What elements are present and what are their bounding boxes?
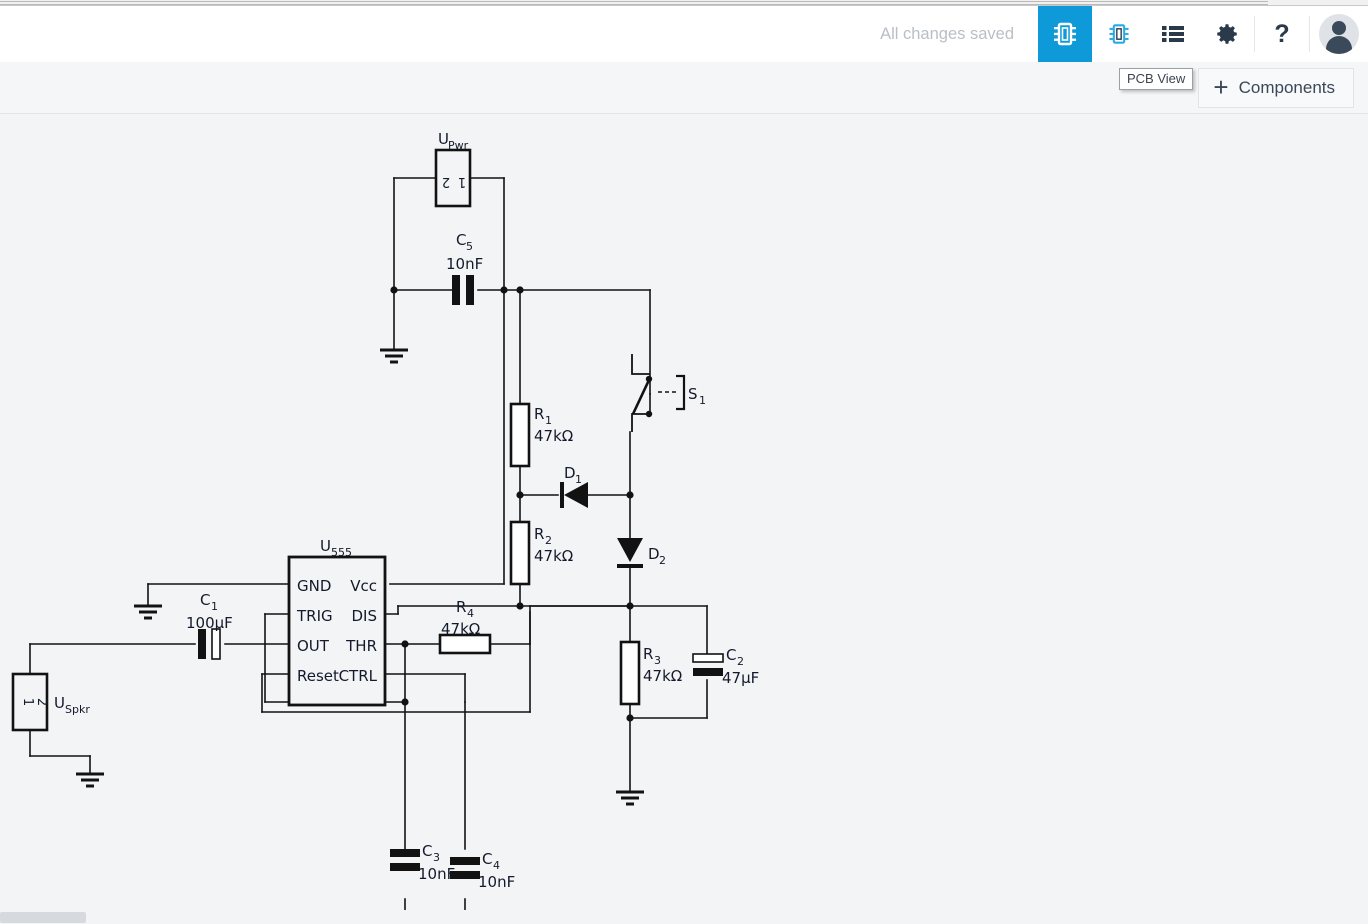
ground-symbol-spkr	[76, 772, 104, 788]
ground-symbol-r3	[616, 790, 644, 806]
pcb-view-icon	[1109, 24, 1129, 44]
u555-pin-reset-label: Reset	[297, 667, 339, 685]
c3-value-label: 10nF	[418, 865, 455, 883]
r2-sub-label: 2	[545, 534, 552, 547]
c3-ref-label: C	[422, 842, 432, 860]
u-spkr-sub-label: Spkr	[65, 703, 90, 716]
c5-ref-label: C	[456, 231, 466, 249]
r2-ref-label: R	[534, 525, 544, 543]
pcb-view-button[interactable]	[1092, 6, 1146, 62]
schematic-view-icon	[1054, 22, 1076, 46]
component-c5[interactable]: C 5 10nF	[446, 231, 483, 305]
c1-value-label: 100µF	[186, 614, 233, 632]
u-spkr-pin1-label: 1	[20, 698, 35, 706]
schematic-canvas[interactable]: 1 2 U Pwr C 5 10nF R 1 47kΩ R 2 47kΩ D 1	[0, 114, 1368, 910]
save-status-text: All changes saved	[880, 24, 1014, 43]
help-button[interactable]: ?	[1255, 6, 1309, 62]
component-r3[interactable]: R 3 47kΩ	[619, 640, 682, 706]
d2-sub-label: 2	[659, 554, 666, 567]
bom-list-icon	[1162, 26, 1184, 42]
u-spkr-ref-label: U	[54, 694, 65, 712]
plus-icon: +	[1213, 72, 1229, 102]
component-r2[interactable]: R 2 47kΩ	[509, 520, 573, 586]
wire-network	[29, 177, 708, 910]
user-account-button[interactable]	[1310, 6, 1368, 62]
u555-pin-ctrl-label: CTRL	[339, 667, 378, 685]
d1-sub-label: 1	[575, 473, 582, 486]
add-components-button[interactable]: + Components	[1198, 68, 1354, 108]
schematic-view-button[interactable]	[1038, 6, 1092, 62]
r3-sub-label: 3	[654, 654, 661, 667]
c4-value-label: 10nF	[478, 873, 515, 891]
u555-pin-thr-label: THR	[345, 637, 377, 655]
component-c2[interactable]: C 2 47µF	[692, 646, 759, 687]
u-pwr-pin2-label: 2	[442, 174, 450, 189]
component-u-spkr[interactable]: 1 2 U Spkr	[11, 672, 90, 732]
u555-ref-label: U	[320, 537, 331, 555]
wire-junctions	[390, 286, 634, 722]
c1-sub-label: 1	[211, 600, 218, 613]
u555-pin-trig-label: TRIG	[296, 607, 333, 625]
chrome-line	[0, 1, 1268, 2]
c4-sub-label: 4	[493, 859, 500, 872]
schematic-drawing[interactable]: 1 2 U Pwr C 5 10nF R 1 47kΩ R 2 47kΩ D 1	[0, 114, 1368, 910]
u555-pin-out-label: OUT	[297, 637, 330, 655]
app-toolbar: All changes saved ?	[0, 6, 1368, 62]
component-r1[interactable]: R 1 47kΩ	[509, 402, 573, 468]
d1-ref-label: D	[564, 464, 576, 482]
avatar	[1319, 14, 1359, 54]
c3-sub-label: 3	[433, 851, 440, 864]
d2-ref-label: D	[648, 545, 660, 563]
r4-value-label: 47kΩ	[441, 620, 480, 638]
bom-list-button[interactable]	[1146, 6, 1200, 62]
u-pwr-pin1-label: 1	[458, 174, 466, 189]
component-s1[interactable]: S 1	[631, 354, 706, 432]
help-icon: ?	[1274, 19, 1290, 48]
r1-value-label: 47kΩ	[534, 427, 573, 445]
u555-pin-dis-label: DIS	[352, 607, 378, 625]
u555-sub-label: 555	[331, 546, 352, 559]
c4-ref-label: C	[482, 850, 492, 868]
s1-sub-label: 1	[699, 394, 706, 407]
component-d1[interactable]: D 1	[560, 464, 588, 508]
r4-sub-label: 4	[467, 607, 474, 620]
settings-button[interactable]	[1200, 6, 1254, 62]
r1-ref-label: R	[534, 405, 544, 423]
chrome-line	[0, 4, 1268, 5]
c1-ref-label: C	[200, 591, 210, 609]
horizontal-scrollbar-thumb[interactable]	[0, 912, 86, 923]
u555-pin-gnd-label: GND	[297, 577, 331, 595]
pcb-view-tooltip: PCB View	[1119, 68, 1194, 90]
u555-pin-vcc-label: Vcc	[350, 577, 377, 595]
component-u-pwr[interactable]: 1 2 U Pwr	[434, 130, 472, 208]
u-pwr-sub-label: Pwr	[448, 139, 469, 152]
u-spkr-pin2-label: 2	[34, 698, 49, 706]
component-c4[interactable]: C 4 10nF	[450, 850, 515, 891]
s1-ref-label: S	[688, 385, 698, 403]
avatar-body-icon	[1326, 36, 1352, 54]
r3-ref-label: R	[643, 645, 653, 663]
ground-symbol-c1	[134, 604, 162, 620]
r3-value-label: 47kΩ	[643, 667, 682, 685]
add-components-label: Components	[1238, 78, 1335, 97]
r2-value-label: 47kΩ	[534, 547, 573, 565]
horizontal-scrollbar-track[interactable]	[0, 910, 1368, 924]
component-u555[interactable]: U 555 GND TRIG OUT Reset Vcc DIS THR CTR…	[287, 537, 387, 707]
r1-sub-label: 1	[545, 414, 552, 427]
gear-icon	[1217, 24, 1237, 44]
c5-value-label: 10nF	[446, 255, 483, 273]
component-d2[interactable]: D 2	[617, 538, 666, 568]
avatar-head-icon	[1332, 21, 1346, 35]
component-c3[interactable]: C 3 10nF	[390, 842, 455, 883]
component-c1[interactable]: C 1 100µF	[186, 591, 233, 660]
ground-symbol-c5	[380, 348, 408, 364]
c2-sub-label: 2	[737, 655, 744, 668]
c2-value-label: 47µF	[722, 669, 759, 687]
r4-ref-label: R	[456, 598, 466, 616]
c5-sub-label: 5	[466, 240, 473, 253]
c2-ref-label: C	[726, 646, 736, 664]
